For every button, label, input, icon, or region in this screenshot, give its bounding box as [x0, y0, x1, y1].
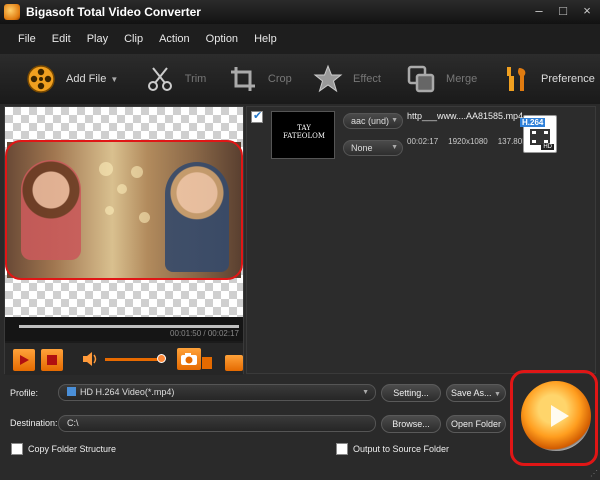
chevron-down-icon: ▼ — [362, 389, 369, 396]
playback-controls — [5, 343, 243, 375]
highlight-outline — [5, 140, 243, 280]
format-icon: H.264 HD — [520, 115, 557, 153]
effect-button[interactable]: Effect — [313, 54, 406, 104]
crop-label: Crop — [267, 73, 292, 85]
merge-icon — [406, 64, 436, 94]
menu-play[interactable]: Play — [79, 33, 116, 45]
resize-grip-icon[interactable]: ⋰ — [590, 469, 598, 478]
menu-help[interactable]: Help — [246, 33, 285, 45]
scissors-icon — [145, 64, 175, 94]
maximize-icon[interactable]: □ — [556, 3, 570, 18]
time-readout: 00:01:50 / 00:02:17 — [170, 329, 239, 338]
app-logo-icon — [4, 4, 20, 20]
video-icon — [67, 387, 76, 396]
browse-button[interactable]: Browse... — [381, 415, 441, 433]
convert-button[interactable] — [521, 381, 591, 451]
profile-select[interactable]: HD H.264 Video(*.mp4) ▼ — [58, 384, 376, 401]
merge-button[interactable]: Merge — [406, 54, 501, 104]
open-folder-button[interactable]: Open Folder — [446, 415, 506, 433]
format-badge-label: H.264 — [520, 118, 546, 127]
chevron-down-icon[interactable]: ▼ — [110, 75, 118, 84]
menu-action[interactable]: Action — [151, 33, 198, 45]
profile-value: HD H.264 Video(*.mp4) — [80, 387, 175, 397]
window-controls: – □ × — [532, 3, 594, 18]
add-file-button[interactable]: Add File ▼ — [26, 54, 145, 104]
output-source-checkbox[interactable] — [336, 443, 348, 455]
preview-canvas — [5, 107, 243, 317]
close-icon[interactable]: × — [580, 3, 594, 18]
seek-bar[interactable] — [19, 325, 239, 328]
preview-pane: 00:01:50 / 00:02:17 — [4, 106, 244, 375]
file-resolution: 1920x1080 — [448, 137, 488, 146]
menu-bar: File Edit Play Clip Action Option Help — [0, 24, 600, 54]
menu-edit[interactable]: Edit — [44, 33, 79, 45]
convert-highlight — [510, 370, 598, 466]
output-source-label: Output to Source Folder — [353, 444, 450, 454]
destination-input[interactable]: C:\ — [58, 415, 376, 432]
crop-icon — [228, 64, 258, 94]
save-as-button[interactable]: Save As... ▼ — [446, 384, 506, 402]
menu-file[interactable]: File — [10, 33, 44, 45]
destination-label: Destination: — [10, 418, 58, 428]
setting-button[interactable]: Setting... — [381, 384, 441, 402]
volume-knob[interactable] — [157, 354, 166, 363]
preference-label: Preference — [541, 73, 595, 85]
file-duration: 00:02:17 — [407, 137, 439, 146]
audio-track-select[interactable]: aac (und) — [343, 113, 403, 129]
list-item[interactable]: TAY FATEOLOM aac (und) None http___www..… — [247, 107, 595, 163]
snapshot-dropdown[interactable] — [202, 357, 212, 369]
hd-badge: HD — [541, 144, 554, 150]
copy-folder-checkbox[interactable] — [11, 443, 23, 455]
volume-icon[interactable] — [83, 352, 99, 369]
toolbar: Add File ▼ Trim Crop Effect Merge Prefer… — [0, 54, 600, 104]
title-bar: Bigasoft Total Video Converter – □ × — [0, 0, 600, 24]
window-title: Bigasoft Total Video Converter — [26, 5, 201, 19]
merge-label: Merge — [446, 73, 478, 85]
profile-label: Profile: — [10, 388, 39, 398]
play-icon — [551, 405, 569, 427]
stop-button[interactable] — [41, 349, 63, 371]
volume-slider[interactable] — [105, 358, 161, 361]
preference-button[interactable]: Preference — [501, 54, 600, 104]
subtitle-select[interactable]: None — [343, 140, 403, 156]
trim-button[interactable]: Trim — [145, 54, 228, 104]
add-file-label: Add File — [66, 73, 107, 85]
chevron-down-icon: ▼ — [494, 391, 501, 398]
seek-area: 00:01:50 / 00:02:17 — [5, 317, 243, 341]
star-icon — [313, 64, 343, 94]
effect-label: Effect — [353, 73, 381, 85]
thumbnail-text: TAY FATEOLOM — [283, 124, 325, 140]
file-list: TAY FATEOLOM aac (und) None http___www..… — [246, 106, 596, 374]
file-name: http___www....AA81585.mp4 — [407, 111, 524, 121]
minimize-icon[interactable]: – — [532, 3, 546, 18]
file-checkbox[interactable] — [251, 109, 263, 123]
file-thumbnail: TAY FATEOLOM — [271, 111, 335, 159]
menu-option[interactable]: Option — [198, 33, 246, 45]
folder-icon[interactable] — [225, 355, 243, 371]
crop-button[interactable]: Crop — [228, 54, 313, 104]
save-as-label: Save As... — [451, 388, 492, 398]
copy-folder-label: Copy Folder Structure — [28, 444, 117, 454]
trim-label: Trim — [184, 73, 207, 85]
menu-clip[interactable]: Clip — [116, 33, 151, 45]
film-reel-icon — [26, 64, 56, 94]
tools-icon — [501, 64, 531, 94]
camera-icon[interactable] — [177, 348, 201, 370]
play-button[interactable] — [13, 349, 35, 371]
file-meta: 00:02:17 1920x1080 137.80MB — [407, 137, 534, 146]
